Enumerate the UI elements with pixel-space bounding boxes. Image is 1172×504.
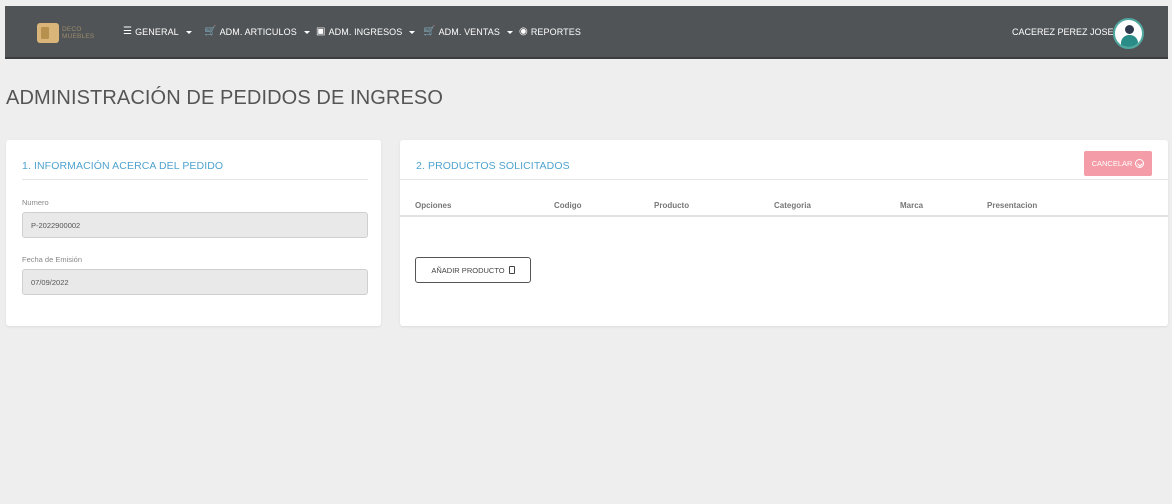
products-panel: 2. PRODUCTOS SOLICITADOS CANCELAR Opcion… <box>400 140 1168 326</box>
add-product-button[interactable]: AÑADIR PRODUCTO <box>415 257 531 283</box>
divider <box>22 179 368 180</box>
user-name: CACEREZ PEREZ JOSE <box>1012 27 1114 37</box>
nav-general[interactable]: ☰ GENERAL <box>123 27 192 37</box>
nav-adm-articulos-label: ADM. ARTICULOS <box>219 27 297 37</box>
page-title: ADMINISTRACIÓN DE PEDIDOS DE INGRESO <box>6 87 443 109</box>
fecha-emision-label: Fecha de Emisión <box>22 255 83 264</box>
cart-icon: 🛒 <box>423 26 436 37</box>
products-title: 2. PRODUCTOS SOLICITADOS <box>416 160 570 172</box>
chair-logo-icon <box>37 23 59 43</box>
column-header-opciones: Opciones <box>415 201 452 210</box>
table-header-divider <box>400 215 1168 217</box>
column-header-codigo: Codigo <box>554 201 582 210</box>
user-menu[interactable]: CACEREZ PEREZ JOSE <box>1012 27 1127 37</box>
top-navbar: DECO MUEBLES ☰ GENERAL 🛒 ADM. ARTICULOS … <box>5 6 1168 59</box>
column-header-marca: Marca <box>900 201 924 210</box>
nav-general-label: GENERAL <box>135 27 179 37</box>
nav-reportes-label: REPORTES <box>530 27 581 37</box>
tablet-icon <box>508 266 515 274</box>
column-header-categoria: Categoria <box>774 201 811 210</box>
order-info-title: 1. INFORMACIÓN ACERCA DEL PEDIDO <box>22 160 224 172</box>
caret-down-icon <box>507 30 514 34</box>
nav-adm-ventas-label: ADM. VENTAS <box>438 27 501 37</box>
avatar[interactable] <box>1113 18 1144 49</box>
numero-label: Numero <box>22 198 49 207</box>
caret-down-icon <box>409 30 416 34</box>
cart-icon: 🛒 <box>204 26 217 37</box>
add-product-label: AÑADIR PRODUCTO <box>431 265 505 275</box>
divider <box>400 179 1168 180</box>
list-icon: ☰ <box>123 26 133 37</box>
column-header-presentacion: Presentacion <box>987 201 1038 210</box>
column-header-producto: Producto <box>654 201 690 210</box>
nav-adm-articulos[interactable]: 🛒 ADM. ARTICULOS <box>204 27 310 37</box>
nav-adm-ingresos[interactable]: ▣ ADM. INGRESOS <box>316 26 416 37</box>
cancel-button[interactable]: CANCELAR <box>1084 151 1152 176</box>
caret-down-icon <box>185 30 192 34</box>
numero-field[interactable]: P-2022900002 <box>22 212 368 238</box>
order-info-panel: 1. INFORMACIÓN ACERCA DEL PEDIDO Numero … <box>6 140 381 326</box>
cancel-label: CANCELAR <box>1091 159 1133 168</box>
brand-logo[interactable]: DECO MUEBLES <box>37 20 94 46</box>
circle-arrow-icon <box>1135 159 1145 168</box>
nav-reportes[interactable]: ◉ REPORTES <box>519 26 581 38</box>
nav-adm-ingresos-label: ADM. INGRESOS <box>328 27 403 37</box>
caret-down-icon <box>303 30 310 34</box>
fecha-emision-field[interactable]: 07/09/2022 <box>22 269 368 295</box>
brand-text: DECO MUEBLES <box>62 26 95 40</box>
eye-icon: ◉ <box>519 26 528 37</box>
nav-adm-ventas[interactable]: 🛒 ADM. VENTAS <box>423 26 514 37</box>
box-icon: ▣ <box>316 26 326 37</box>
